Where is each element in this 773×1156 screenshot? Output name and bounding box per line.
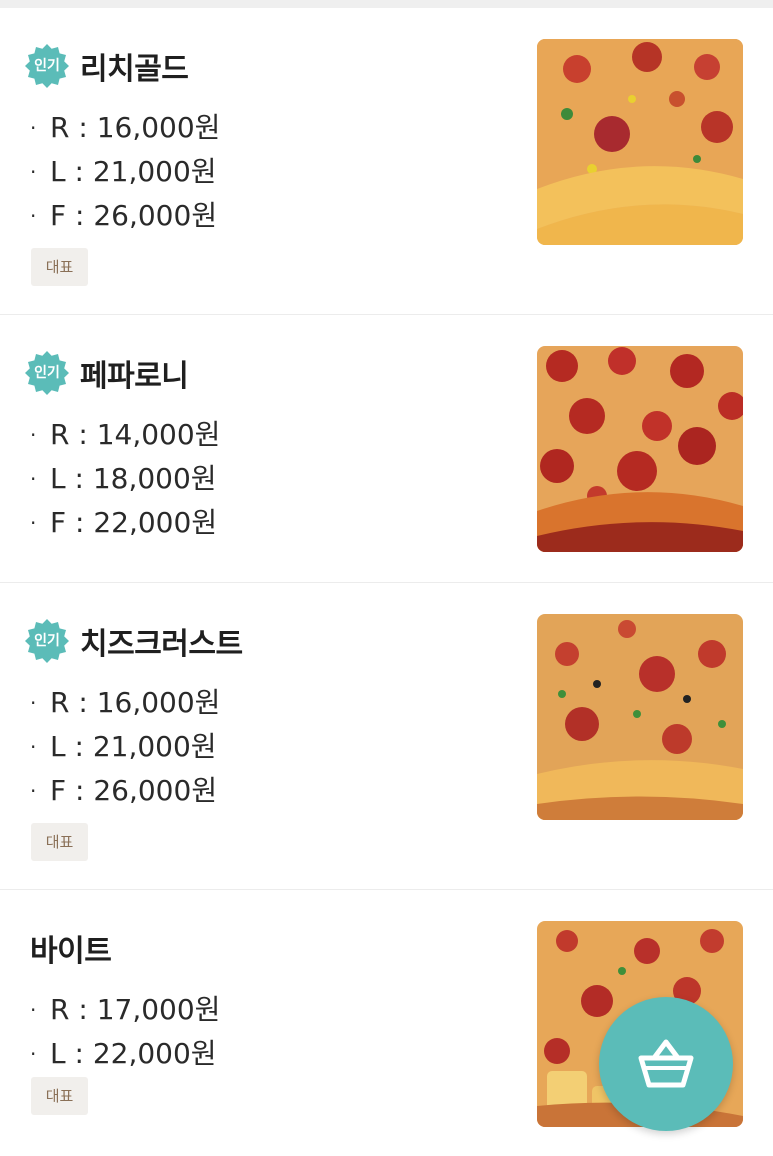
price-row: · R : 17,000원	[30, 993, 221, 1026]
menu-item[interactable]: 인기 페파로니 · R : 14,000원 · L : 18,000원 · F : 2…	[0, 315, 773, 583]
price-text: L : 21,000원	[50, 730, 217, 763]
price-text: F : 22,000원	[50, 506, 218, 539]
price-text: F : 26,000원	[50, 199, 218, 232]
menu-item-title-row: 인기 치즈크러스트	[24, 616, 243, 666]
badge-label: 인기	[34, 365, 60, 381]
price-list: · R : 17,000원 · L : 22,000원	[30, 988, 220, 1076]
top-divider	[0, 0, 773, 8]
pizza-photo-icon	[537, 614, 743, 820]
price-row: · F : 22,000원	[30, 506, 218, 539]
cart-button[interactable]	[599, 997, 733, 1131]
menu-item-title-row: 인기 리치골드	[24, 41, 189, 91]
pizza-image[interactable]	[537, 346, 743, 552]
popular-badge: 인기	[24, 43, 70, 89]
price-row: · L : 18,000원	[30, 462, 217, 495]
popular-badge: 인기	[24, 618, 70, 664]
menu-list: 인기 리치골드 · R : 16,000원 · L : 21,000원 · F : 2…	[0, 8, 773, 1156]
menu-item-title-row: 바이트	[30, 923, 112, 973]
price-text: R : 16,000원	[50, 111, 221, 144]
price-list: · R : 16,000원 · L : 21,000원 · F : 26,000원	[30, 106, 220, 238]
menu-item-name: 치즈크러스트	[80, 627, 243, 662]
pizza-image[interactable]	[537, 39, 743, 245]
price-row: · R : 16,000원	[30, 111, 221, 144]
pizza-image[interactable]	[537, 614, 743, 820]
popular-badge: 인기	[24, 350, 70, 396]
menu-item-name: 바이트	[30, 934, 112, 969]
menu-item-name: 페파로니	[80, 359, 189, 394]
price-text: R : 16,000원	[50, 686, 221, 719]
price-row: · L : 22,000원	[30, 1037, 217, 1070]
pizza-photo-icon	[537, 39, 743, 245]
signature-tag: 대표	[31, 823, 88, 861]
price-row: · R : 14,000원	[30, 418, 221, 451]
price-text: R : 14,000원	[50, 418, 221, 451]
price-row: · F : 26,000원	[30, 199, 218, 232]
badge-label: 인기	[34, 58, 60, 74]
price-row: · R : 16,000원	[30, 686, 221, 719]
price-list: · R : 16,000원 · L : 21,000원 · F : 26,000원	[30, 681, 220, 813]
menu-item[interactable]: 인기 리치골드 · R : 16,000원 · L : 21,000원 · F : 2…	[0, 8, 773, 315]
price-text: F : 26,000원	[50, 774, 218, 807]
price-text: L : 22,000원	[50, 1037, 217, 1070]
price-list: · R : 14,000원 · L : 18,000원 · F : 22,000원	[30, 413, 220, 545]
price-text: L : 21,000원	[50, 155, 217, 188]
badge-label: 인기	[34, 633, 60, 649]
price-row: · F : 26,000원	[30, 774, 218, 807]
price-text: R : 17,000원	[50, 993, 221, 1026]
menu-item[interactable]: 인기 치즈크러스트 · R : 16,000원 · L : 21,000원 · F :…	[0, 583, 773, 890]
price-text: L : 18,000원	[50, 462, 217, 495]
price-row: · L : 21,000원	[30, 155, 217, 188]
basket-icon	[638, 1039, 694, 1088]
price-row: · L : 21,000원	[30, 730, 217, 763]
menu-item-title-row: 인기 페파로니	[24, 348, 189, 398]
signature-tag: 대표	[31, 1077, 88, 1115]
signature-tag: 대표	[31, 248, 88, 286]
menu-item-name: 리치골드	[80, 52, 189, 87]
pizza-photo-icon	[537, 346, 743, 552]
